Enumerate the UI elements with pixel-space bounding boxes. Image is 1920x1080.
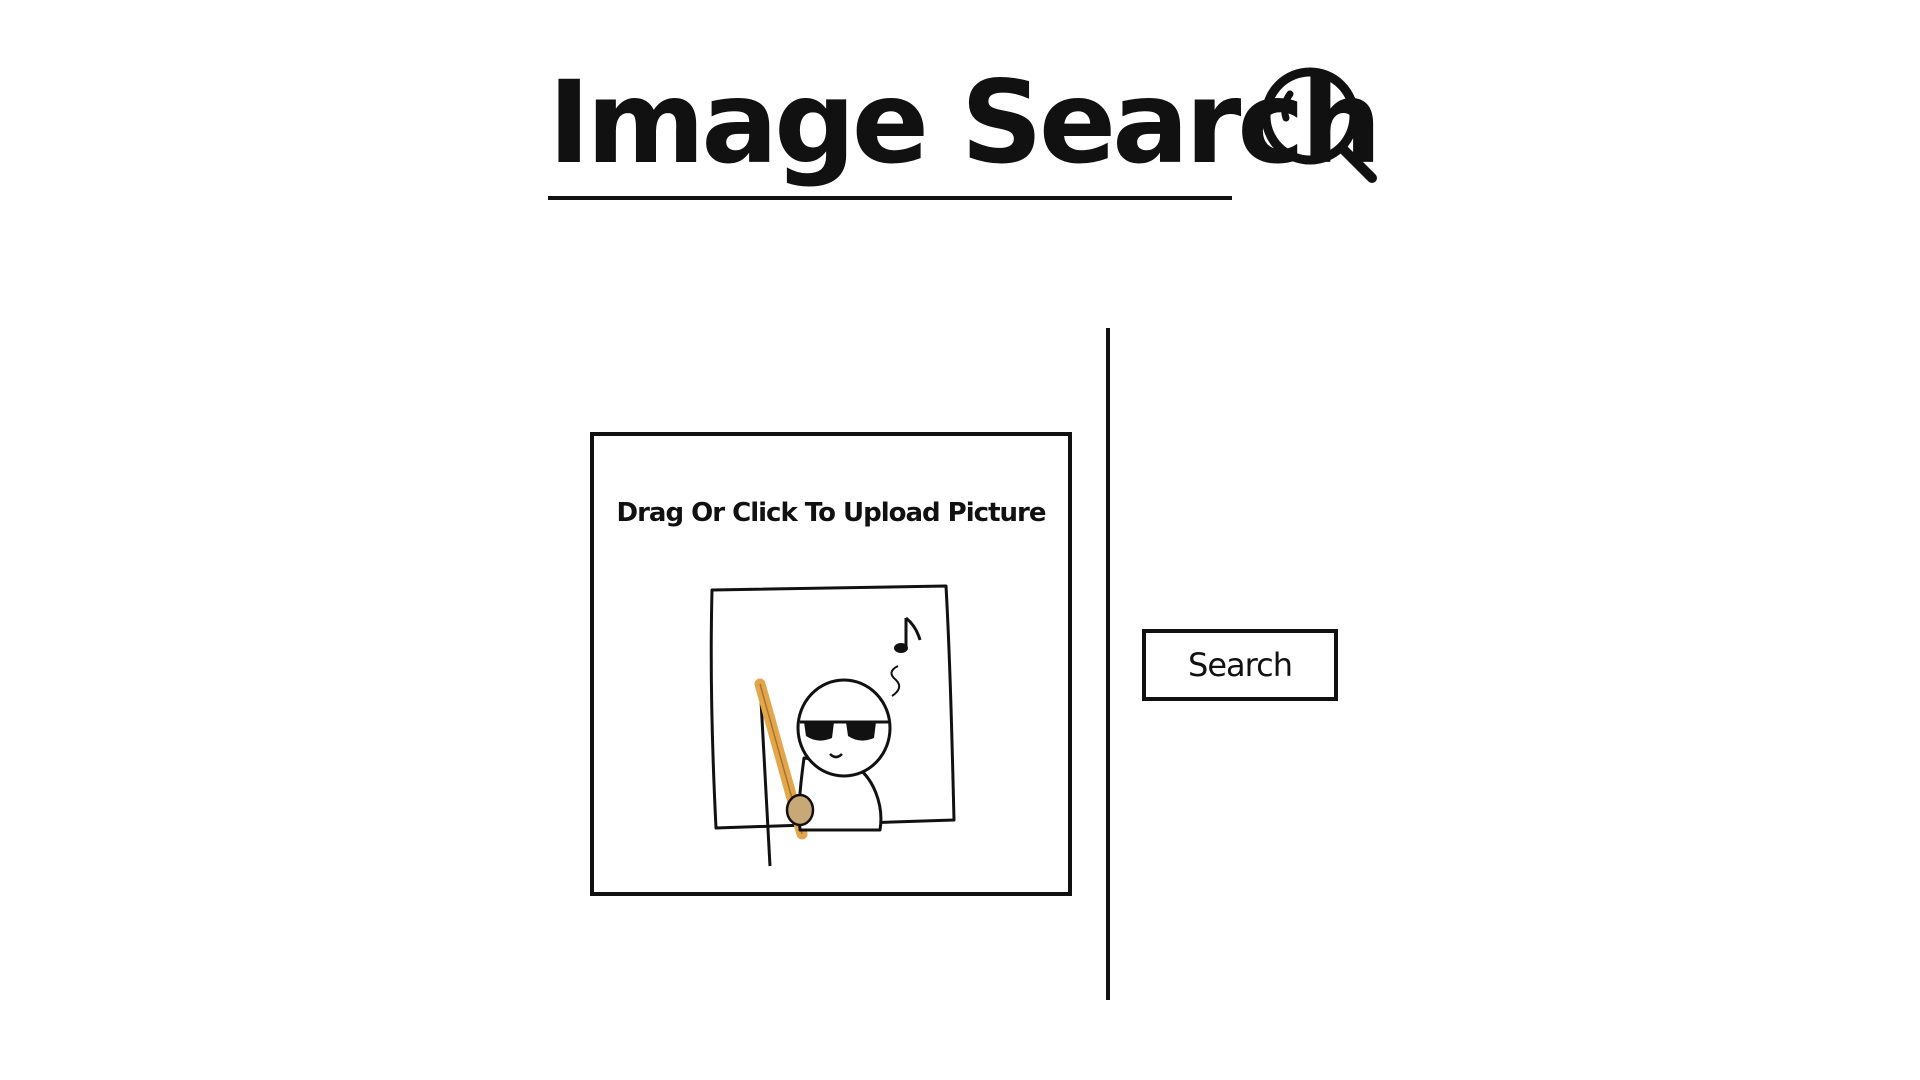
vertical-divider	[1106, 328, 1110, 1000]
page-title: Image Search	[548, 56, 1382, 189]
cartoon-upload-illustration	[709, 584, 956, 867]
search-button[interactable]: Search	[1142, 629, 1338, 701]
page-header: Image Search	[548, 58, 1382, 208]
upload-label: Drag Or Click To Upload Picture	[616, 498, 1047, 528]
search-icon	[1261, 67, 1377, 183]
image-search-page: Image Search Drag Or Click To Upload Pic…	[0, 0, 1920, 1080]
upload-dropzone[interactable]: Drag Or Click To Upload Picture	[590, 432, 1072, 896]
title-underline	[548, 196, 1232, 200]
